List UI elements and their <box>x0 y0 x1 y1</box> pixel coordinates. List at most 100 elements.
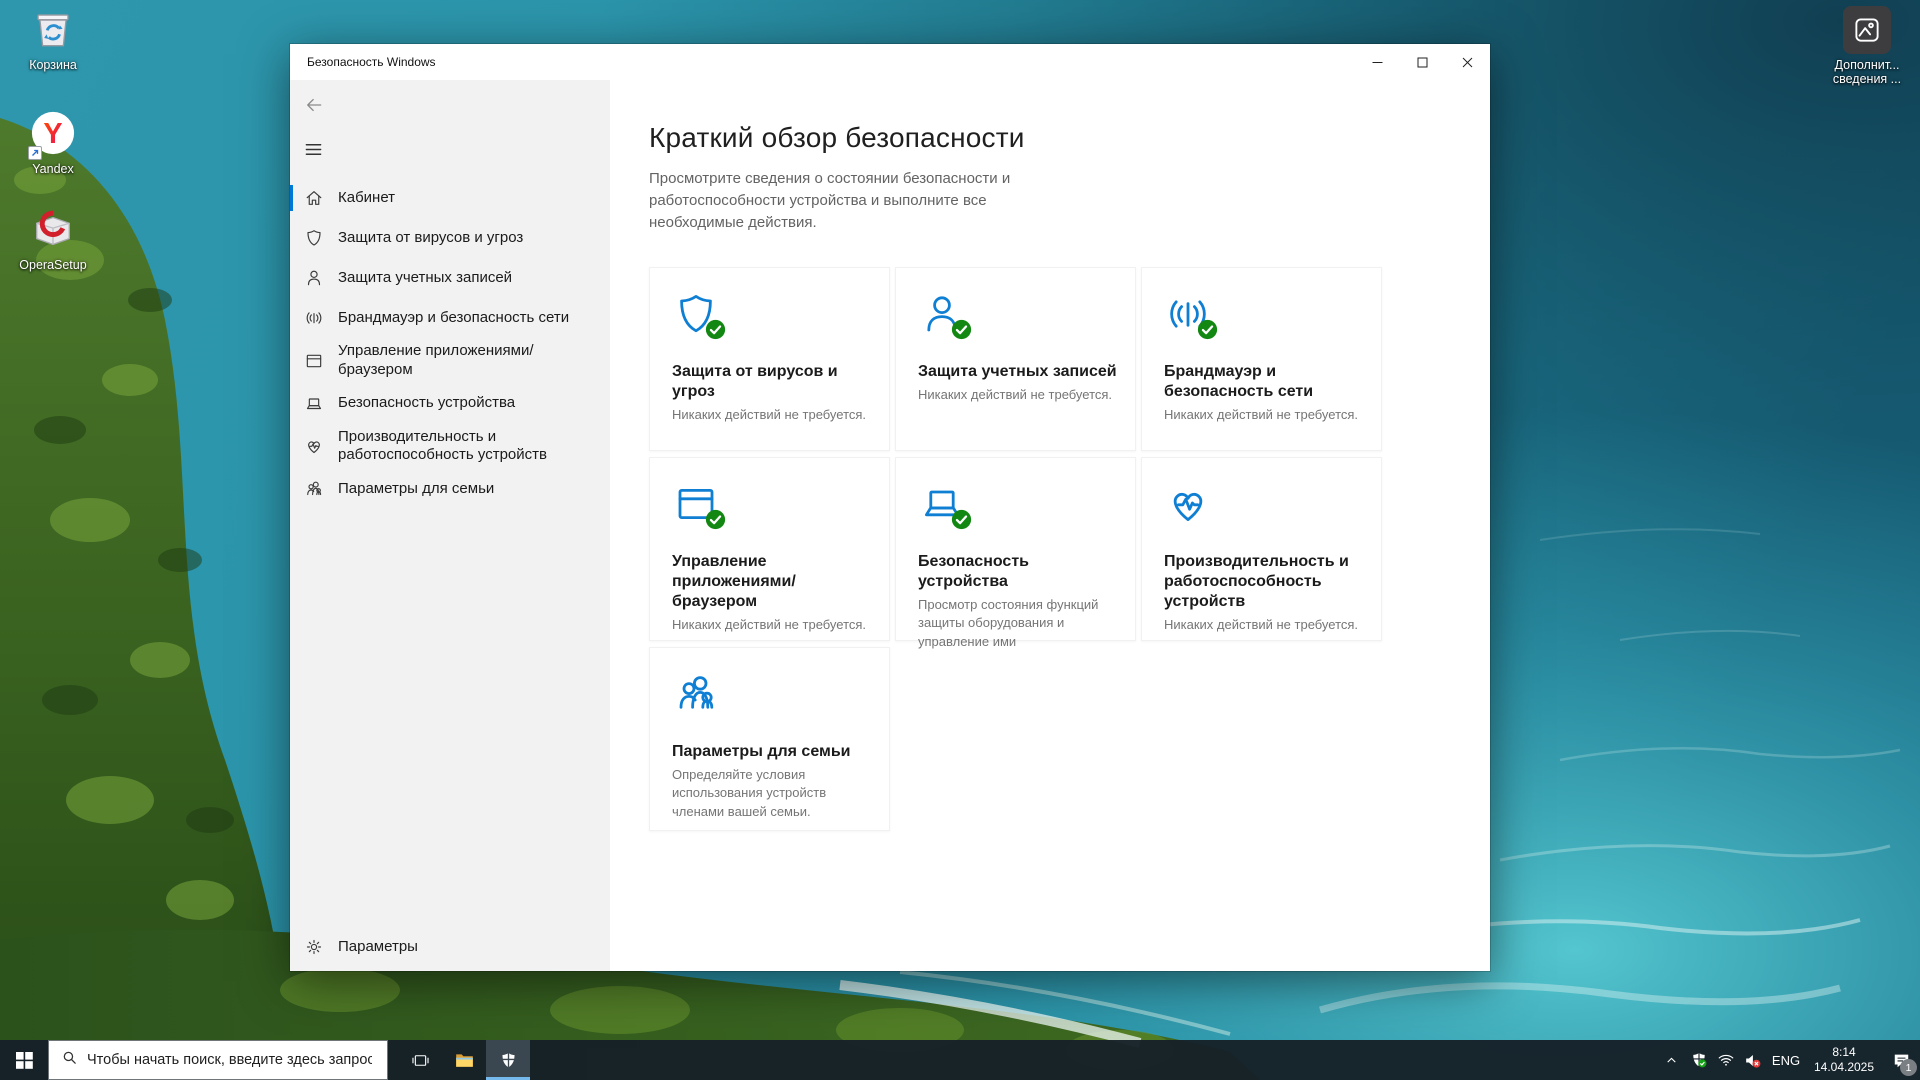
shortcut-arrow-icon <box>28 146 42 160</box>
card-description: Никаких действий не требуется. <box>672 407 867 423</box>
health-icon <box>1164 480 1212 528</box>
sidebar-item-label: Управление приложениями/браузером <box>338 342 534 378</box>
shield-icon <box>304 228 324 248</box>
sidebar-nav: Кабинет Защита от вирусов и угроз Защита… <box>290 178 610 509</box>
sidebar-item-virus[interactable]: Защита от вирусов и угроз <box>290 218 610 258</box>
svg-text:Y: Y <box>43 118 62 150</box>
action-center-button[interactable]: 1 <box>1882 1040 1920 1080</box>
apps-icon <box>672 480 726 530</box>
close-button[interactable] <box>1445 44 1490 80</box>
tray-wifi-icon[interactable] <box>1712 1040 1739 1080</box>
card-title: Управление приложениями/браузером <box>672 553 796 611</box>
tray-chevron-icon[interactable] <box>1658 1040 1685 1080</box>
card-description: Никаких действий не требуется. <box>672 617 867 633</box>
desktop-icon-recycle-bin[interactable]: Корзина <box>10 6 96 72</box>
card-account[interactable]: Защита учетных записей Никаких действий … <box>895 267 1136 452</box>
main-content: Краткий обзор безопасности Просмотрите с… <box>610 80 1490 971</box>
card-description: Определяйте условия использования устрой… <box>672 767 827 819</box>
recycle-bin-icon <box>30 6 76 54</box>
sidebar-item-device[interactable]: Безопасность устройства <box>290 384 610 424</box>
desktop-icon-label: OperaSetup <box>19 258 87 272</box>
card-health[interactable]: Производительность и работоспособность у… <box>1141 457 1382 642</box>
windows-security-window: Безопасность Windows Кабинет Защита от в… <box>290 44 1490 971</box>
maximize-button[interactable] <box>1400 44 1445 80</box>
desktop-icon-label: Yandex <box>32 162 74 176</box>
yandex-icon: Y <box>28 110 76 160</box>
sidebar: Кабинет Защита от вирусов и угроз Защита… <box>290 80 610 971</box>
family-icon <box>304 479 324 499</box>
device-icon <box>918 480 972 530</box>
desktop-icon-label: Корзина <box>29 58 77 72</box>
sidebar-item-settings[interactable]: Параметры <box>290 927 610 967</box>
card-apps[interactable]: Управление приложениями/браузером Никаки… <box>649 457 890 642</box>
card-title: Защита от вирусов и угроз <box>672 363 838 401</box>
tray-date: 14.04.2025 <box>1813 1060 1875 1074</box>
notification-badge: 1 <box>1900 1059 1917 1076</box>
tray-time: 8:14 <box>1832 1045 1856 1059</box>
tray-clock[interactable]: 8:14 14.04.2025 <box>1806 1040 1882 1080</box>
desktop-icon-label-line2: сведения ... <box>1832 72 1902 87</box>
sidebar-item-health[interactable]: Производительность и работоспособность у… <box>290 424 610 470</box>
card-virus[interactable]: Защита от вирусов и угроз Никаких действ… <box>649 267 890 452</box>
opera-setup-icon <box>30 206 76 254</box>
card-title: Параметры для семьи <box>672 743 851 761</box>
family-icon <box>672 670 720 718</box>
card-description: Никаких действий не требуется. <box>1164 407 1359 423</box>
sidebar-item-label: Защита учетных записей <box>338 268 513 286</box>
sidebar-item-label: Параметры для семьи <box>338 479 495 497</box>
search-icon <box>61 1049 78 1071</box>
taskbar: ENG 8:14 14.04.2025 1 <box>0 1040 1920 1080</box>
card-title: Безопасность устройства <box>918 553 1029 591</box>
tray-language-indicator[interactable]: ENG <box>1766 1040 1806 1080</box>
sidebar-item-family[interactable]: Параметры для семьи <box>290 469 610 509</box>
desktop-icon-additional-info[interactable]: Дополнит... сведения ... <box>1824 6 1910 87</box>
sidebar-item-firewall[interactable]: Брандмауэр и безопасность сети <box>290 298 610 338</box>
card-firewall[interactable]: Брандмауэр и безопасность сети Никаких д… <box>1141 267 1382 452</box>
search-input[interactable] <box>87 1052 372 1068</box>
menu-button[interactable] <box>290 130 336 168</box>
firewall-icon <box>304 308 324 328</box>
taskbar-search[interactable] <box>48 1040 388 1080</box>
desktop-icon-yandex[interactable]: Y Yandex <box>10 110 96 176</box>
apps-icon <box>304 351 324 371</box>
sidebar-item-label: Кабинет <box>338 188 396 206</box>
minimize-button[interactable] <box>1355 44 1400 80</box>
sidebar-item-home[interactable]: Кабинет <box>290 178 610 218</box>
sidebar-item-label: Брандмауэр и безопасность сети <box>338 308 570 326</box>
sidebar-item-label: Параметры <box>338 937 418 955</box>
health-icon <box>304 436 324 456</box>
card-description: Никаких действий не требуется. <box>1164 617 1359 633</box>
window-title: Безопасность Windows <box>307 55 436 69</box>
device-icon <box>304 394 324 414</box>
back-button[interactable] <box>290 86 336 124</box>
desktop-icon-label-line1: Дополнит... <box>1834 58 1900 72</box>
gear-icon <box>304 937 324 957</box>
system-tray: ENG 8:14 14.04.2025 1 <box>1658 1040 1920 1080</box>
card-title: Производительность и работоспособность у… <box>1164 553 1349 611</box>
card-device[interactable]: Безопасность устройства Просмотр состоян… <box>895 457 1136 649</box>
card-family[interactable]: Параметры для семьи Определяйте условия … <box>649 647 890 832</box>
titlebar[interactable]: Безопасность Windows <box>290 44 1490 80</box>
windows-security-taskbar-button[interactable] <box>486 1040 530 1080</box>
sidebar-item-label: Производительность и работоспособность у… <box>338 427 547 464</box>
photo-icon <box>1843 6 1891 54</box>
card-description: Никаких действий не требуется. <box>918 387 1113 403</box>
tray-volume-muted-icon[interactable] <box>1739 1040 1766 1080</box>
desktop-icon-opera-setup[interactable]: OperaSetup <box>10 206 96 272</box>
task-view-button[interactable] <box>398 1040 442 1080</box>
sidebar-item-apps[interactable]: Управление приложениями/браузером <box>290 338 610 384</box>
person-icon <box>918 290 972 340</box>
card-description: Просмотр состояния функций защиты оборуд… <box>918 597 1099 649</box>
home-icon <box>304 188 324 208</box>
sidebar-item-account[interactable]: Защита учетных записей <box>290 258 610 298</box>
person-icon <box>304 268 324 288</box>
sidebar-item-label: Безопасность устройства <box>338 394 516 412</box>
start-button[interactable] <box>0 1040 48 1080</box>
security-cards-grid: Защита от вирусов и угроз Никаких действ… <box>649 267 1382 832</box>
sidebar-item-label: Защита от вирусов и угроз <box>338 228 524 246</box>
file-explorer-button[interactable] <box>442 1040 486 1080</box>
desktop: Корзина Y Yandex OperaSetup Дополнит... … <box>0 0 1920 1080</box>
tray-security-icon[interactable] <box>1685 1040 1712 1080</box>
card-title: Брандмауэр и безопасность сети <box>1164 363 1314 401</box>
shield-icon <box>672 290 726 340</box>
